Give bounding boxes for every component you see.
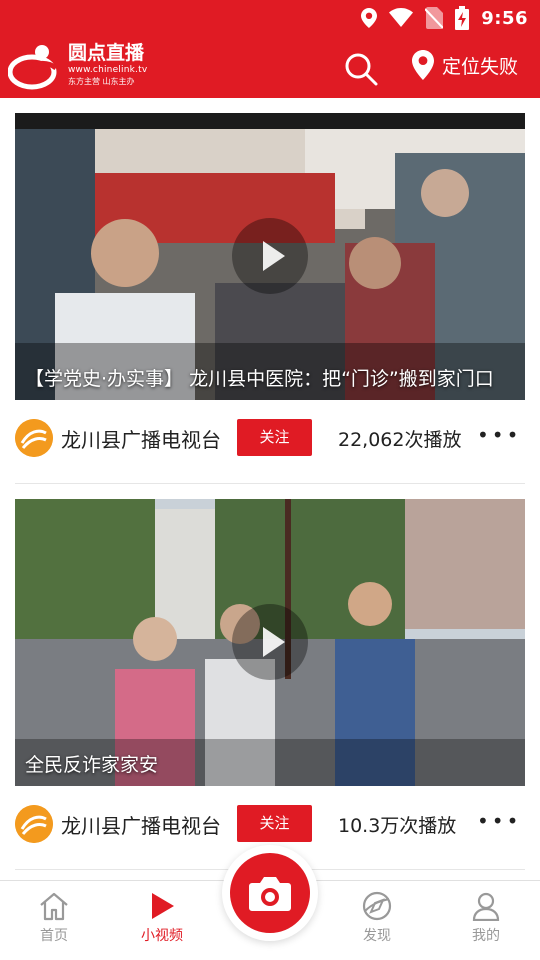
battery-charging-icon xyxy=(455,6,470,30)
more-icon[interactable]: ••• xyxy=(477,425,518,450)
play-icon xyxy=(122,891,202,921)
channel-avatar[interactable] xyxy=(15,805,53,843)
brand-name: 圆点直播 xyxy=(68,42,145,64)
tab-label: 我的 xyxy=(472,928,500,944)
tab-home[interactable]: 首页 xyxy=(14,891,94,945)
video-title[interactable]: 全民反诈家家安 xyxy=(25,752,515,778)
video-meta: 龙川县广播电视台 关注 10.3万次播放 ••• xyxy=(15,804,525,844)
video-feed[interactable]: 【学党史·办实事】 龙川县中医院：把“门诊”搬到家门口 龙川县广播电视台 关注 … xyxy=(0,98,540,880)
wifi-icon xyxy=(389,8,414,28)
follow-button[interactable]: 关注 xyxy=(237,419,312,456)
tab-label: 小视频 xyxy=(141,928,183,944)
tab-label: 首页 xyxy=(40,928,68,944)
tab-mine[interactable]: 我的 xyxy=(446,891,526,945)
camera-button-inner xyxy=(230,853,310,933)
location-button[interactable]: 定位失败 xyxy=(412,50,518,84)
camera-button[interactable] xyxy=(222,845,318,941)
play-count: 22,062次播放 xyxy=(338,429,462,451)
tab-short-video[interactable]: 小视频 xyxy=(122,891,202,945)
video-thumbnail[interactable]: 【学党史·办实事】 龙川县中医院：把“门诊”搬到家门口 xyxy=(15,113,525,400)
app-logo xyxy=(7,42,60,92)
status-bar: 9:56 xyxy=(0,0,540,36)
follow-button[interactable]: 关注 xyxy=(237,805,312,842)
channel-avatar[interactable] xyxy=(15,419,53,457)
top-bar: 9:56 圆点直播 www.chinelink.tv 东方主营 山东主办 定位失… xyxy=(0,0,540,98)
channel-name[interactable]: 龙川县广播电视台 xyxy=(61,424,221,453)
map-pin-icon xyxy=(412,50,434,84)
tab-label: 发现 xyxy=(363,928,391,944)
play-button[interactable] xyxy=(232,218,308,294)
brand-url: www.chinelink.tv xyxy=(68,65,148,75)
tab-discover[interactable]: 发现 xyxy=(337,891,417,945)
camera-icon xyxy=(230,877,310,937)
user-icon xyxy=(446,891,526,921)
location-icon xyxy=(361,8,378,28)
brand-block: 圆点直播 www.chinelink.tv 东方主营 山东主办 xyxy=(68,42,147,88)
no-sim-icon xyxy=(425,7,444,29)
video-thumbnail[interactable]: 全民反诈家家安 xyxy=(15,499,525,786)
video-title[interactable]: 【学党史·办实事】 龙川县中医院：把“门诊”搬到家门口 xyxy=(25,366,515,392)
channel-name[interactable]: 龙川县广播电视台 xyxy=(61,810,221,839)
app-header: 圆点直播 www.chinelink.tv 东方主营 山东主办 定位失败 xyxy=(0,36,540,98)
status-time: 9:56 xyxy=(481,7,528,29)
compass-icon xyxy=(337,891,417,921)
more-icon[interactable]: ••• xyxy=(477,811,518,836)
play-button[interactable] xyxy=(232,604,308,680)
video-meta: 龙川县广播电视台 关注 22,062次播放 ••• xyxy=(15,418,525,458)
location-label: 定位失败 xyxy=(442,56,519,78)
home-icon xyxy=(14,891,94,921)
divider xyxy=(15,483,525,484)
brand-sub: 东方主营 山东主办 xyxy=(68,77,135,86)
search-icon[interactable] xyxy=(344,52,378,86)
play-count: 10.3万次播放 xyxy=(338,815,457,837)
